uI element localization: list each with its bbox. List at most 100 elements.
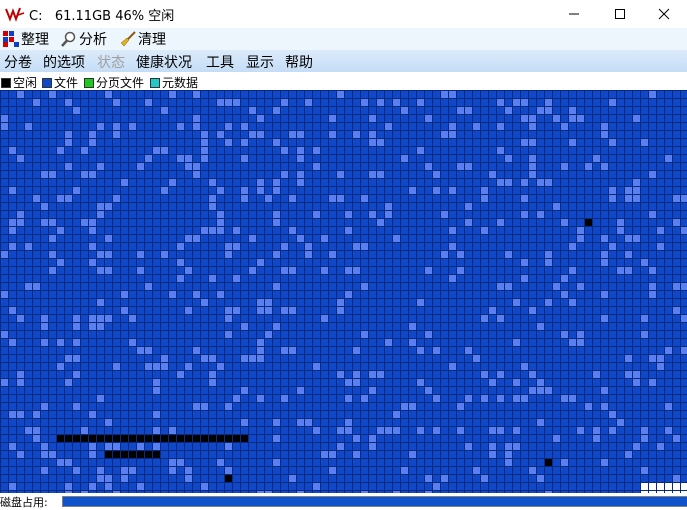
- cluster-block: [41, 451, 48, 458]
- cluster-block: [681, 115, 687, 122]
- cluster-block: [185, 291, 192, 298]
- cluster-block: [649, 307, 656, 314]
- cluster-block: [169, 115, 176, 122]
- cluster-block: [401, 307, 408, 314]
- cluster-block: [529, 347, 536, 354]
- cluster-block: [473, 355, 480, 362]
- cluster-block: [505, 411, 512, 418]
- cluster-block: [353, 451, 360, 458]
- analyze-button[interactable]: 分析: [61, 30, 107, 48]
- cluster-block: [361, 283, 368, 290]
- cluster-block: [609, 427, 616, 434]
- cluster-block: [561, 419, 568, 426]
- cluster-block: [305, 371, 312, 378]
- cluster-block: [57, 379, 64, 386]
- cluster-block: [297, 155, 304, 162]
- cluster-block: [561, 243, 568, 250]
- cluster-block: [17, 299, 24, 306]
- menu-tools[interactable]: 工具: [206, 52, 234, 72]
- cluster-block: [385, 403, 392, 410]
- cluster-block: [185, 483, 192, 490]
- cluster-block: [257, 163, 264, 170]
- close-button[interactable]: [641, 0, 687, 28]
- cluster-block: [321, 275, 328, 282]
- cluster-block: [681, 291, 687, 298]
- cluster-block: [673, 467, 680, 474]
- cluster-block: [161, 411, 168, 418]
- cluster-block: [609, 483, 616, 490]
- cluster-block: [601, 131, 608, 138]
- maximize-button[interactable]: [597, 0, 643, 28]
- minimize-button[interactable]: [551, 0, 597, 28]
- cluster-map-area[interactable]: [0, 90, 687, 493]
- close-icon: [658, 8, 670, 20]
- menu-health[interactable]: 健康状况: [136, 52, 192, 72]
- cluster-block: [649, 219, 656, 226]
- cluster-block: [641, 363, 648, 370]
- cluster-block: [137, 403, 144, 410]
- clean-button[interactable]: 清理: [120, 30, 166, 48]
- cluster-block: [377, 395, 384, 402]
- cluster-block: [17, 443, 24, 450]
- cluster-block: [449, 211, 456, 218]
- cluster-block: [305, 115, 312, 122]
- cluster-block: [609, 227, 616, 234]
- cluster-block: [145, 419, 152, 426]
- cluster-block: [529, 195, 536, 202]
- cluster-block: [553, 371, 560, 378]
- cluster-block: [201, 251, 208, 258]
- cluster-block: [65, 323, 72, 330]
- cluster-block: [297, 99, 304, 106]
- cluster-block: [633, 163, 640, 170]
- cluster-block: [537, 283, 544, 290]
- cluster-block: [169, 395, 176, 402]
- menu-status[interactable]: 状态: [97, 52, 125, 72]
- cluster-block: [673, 155, 680, 162]
- cluster-block: [473, 467, 480, 474]
- cluster-block: [57, 131, 64, 138]
- defrag-button[interactable]: 整理: [3, 30, 49, 48]
- cluster-block: [113, 283, 120, 290]
- cluster-block: [161, 187, 168, 194]
- cluster-block: [649, 147, 656, 154]
- cluster-block: [265, 323, 272, 330]
- cluster-block: [249, 235, 256, 242]
- cluster-block: [297, 363, 304, 370]
- cluster-block: [617, 339, 624, 346]
- cluster-block: [321, 427, 328, 434]
- cluster-block: [329, 379, 336, 386]
- cluster-block: [337, 251, 344, 258]
- cluster-block: [369, 371, 376, 378]
- cluster-block: [633, 283, 640, 290]
- cluster-block: [673, 195, 680, 202]
- menu-volume[interactable]: 分卷: [4, 52, 32, 72]
- cluster-block: [249, 459, 256, 466]
- menu-help[interactable]: 帮助: [285, 52, 313, 72]
- cluster-block: [201, 283, 208, 290]
- cluster-block: [409, 347, 416, 354]
- cluster-block: [401, 259, 408, 266]
- cluster-block: [25, 355, 32, 362]
- menu-options[interactable]: 的选项: [43, 52, 85, 72]
- cluster-block: [177, 155, 184, 162]
- cluster-block: [89, 379, 96, 386]
- menu-display[interactable]: 显示: [246, 52, 274, 72]
- cluster-block: [617, 475, 624, 482]
- cluster-block: [481, 427, 488, 434]
- cluster-block: [481, 379, 488, 386]
- cluster-block: [145, 379, 152, 386]
- cluster-block: [641, 291, 648, 298]
- cluster-block: [297, 219, 304, 226]
- cluster-block: [105, 147, 112, 154]
- cluster-block: [681, 347, 687, 354]
- cluster-map[interactable]: [0, 90, 687, 493]
- cluster-block: [473, 107, 480, 114]
- cluster-block: [521, 483, 528, 490]
- cluster-block: [129, 395, 136, 402]
- cluster-block: [177, 171, 184, 178]
- cluster-block: [33, 451, 40, 458]
- cluster-block: [585, 291, 592, 298]
- cluster-block: [497, 211, 504, 218]
- cluster-block: [433, 347, 440, 354]
- cluster-block: [169, 155, 176, 162]
